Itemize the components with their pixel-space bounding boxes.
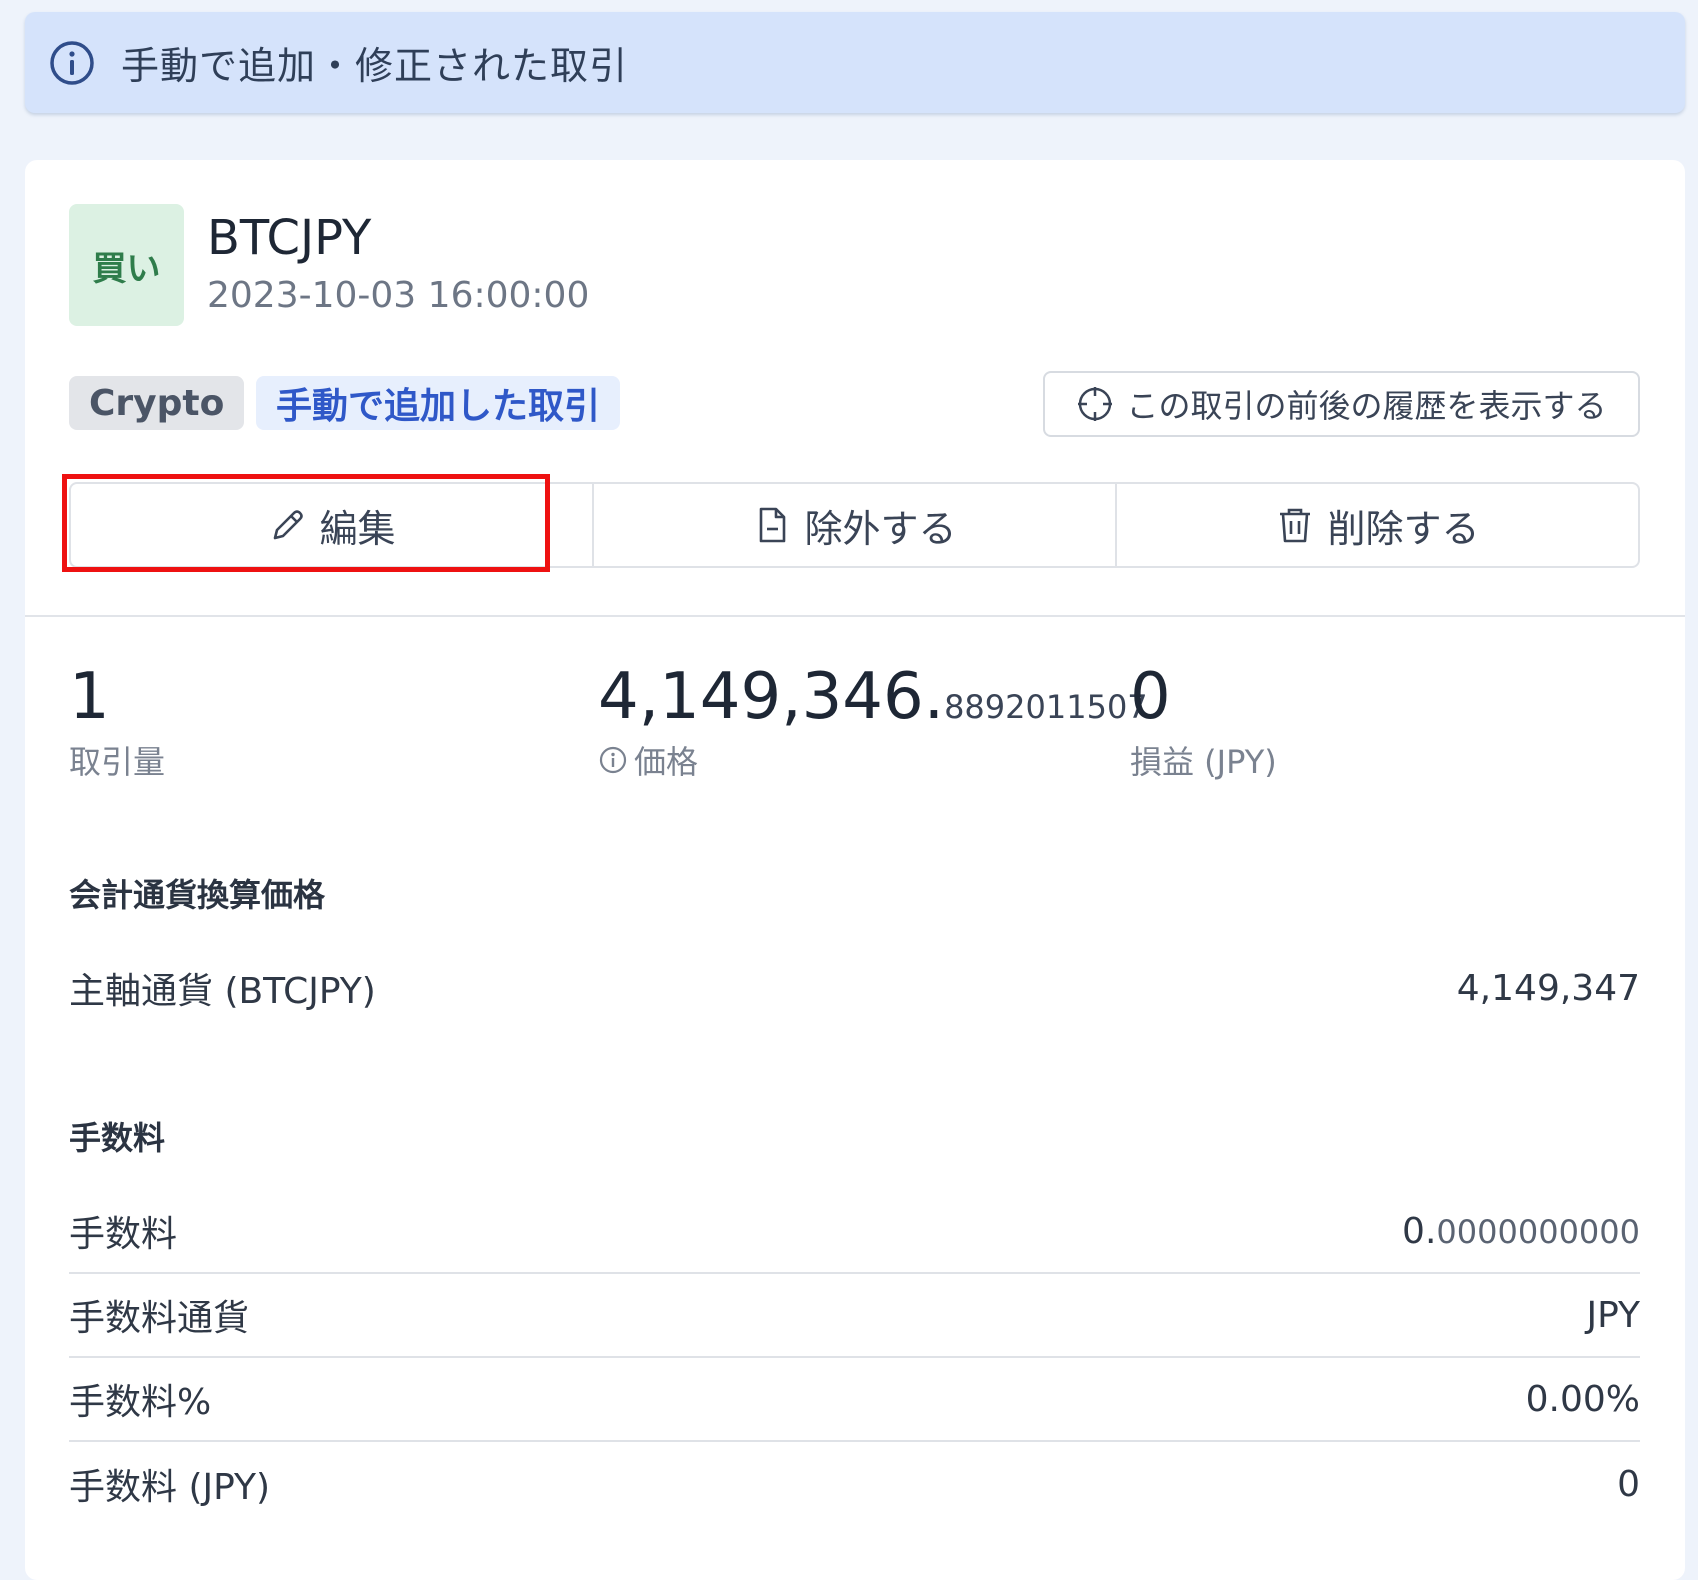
fee-frac: 0000000000 (1436, 1212, 1640, 1251)
exclude-button[interactable]: 除外する (592, 484, 1115, 566)
fee-jpy-value: 0 (1617, 1463, 1640, 1505)
conversion-row: 主軸通貨 (BTCJPY) 4,149,347 (69, 946, 1640, 1030)
conversion-row-value: 4,149,347 (1456, 967, 1640, 1009)
conversion-section-title: 会計通貨換算価格 (69, 876, 326, 914)
fee-currency-row: 手数料通貨 JPY (69, 1274, 1640, 1358)
fee-currency-label: 手数料通貨 (69, 1298, 250, 1339)
edit-button[interactable]: 編集 (71, 484, 592, 566)
trash-icon (1280, 508, 1311, 543)
fees-section-title: 手数料 (69, 1119, 166, 1157)
side-badge: 買い (69, 204, 184, 326)
trade-card: 買い BTCJPY 2023-10-03 16:00:00 Crypto 手動で… (25, 160, 1685, 1580)
pencil-icon (274, 510, 304, 540)
fee-percent-value: 0.00% (1525, 1378, 1640, 1420)
fee-percent-row: 手数料% 0.00% (69, 1358, 1640, 1442)
fee-int: 0. (1402, 1210, 1437, 1252)
show-history-button[interactable]: この取引の前後の履歴を表示する (1043, 371, 1640, 437)
info-icon (50, 40, 94, 85)
price-value: 4,149,346.8892011507 (598, 660, 1148, 734)
trade-symbol: BTCJPY (207, 210, 372, 266)
info-banner: 手動で追加・修正された取引 (25, 12, 1685, 113)
price-label: 価格 (634, 743, 699, 781)
quantity-label: 取引量 (69, 743, 166, 781)
pnl-value: 0 (1130, 660, 1171, 734)
show-history-label: この取引の前後の履歴を表示する (1126, 387, 1607, 425)
delete-button[interactable]: 削除する (1115, 484, 1638, 566)
fee-value: 0.0000000000 (1402, 1211, 1640, 1252)
price-frac: 8892011507 (944, 688, 1148, 726)
fee-row: 手数料 0.0000000000 (69, 1190, 1640, 1274)
price-label-wrap: 価格 (598, 737, 698, 783)
info-icon[interactable] (598, 745, 628, 775)
fee-label: 手数料 (69, 1214, 178, 1255)
trade-datetime: 2023-10-03 16:00:00 (207, 275, 590, 316)
price-int: 4,149,346. (598, 660, 945, 734)
fee-currency-value: JPY (1586, 1294, 1640, 1336)
fee-percent-label: 手数料% (69, 1382, 212, 1423)
delete-label: 削除する (1327, 506, 1480, 551)
document-icon (760, 507, 786, 543)
banner-text: 手動で追加・修正された取引 (121, 44, 629, 88)
exclude-label: 除外する (804, 506, 957, 551)
fee-jpy-row: 手数料 (JPY) 0 (69, 1442, 1640, 1526)
edit-label: 編集 (319, 506, 396, 551)
pnl-label: 損益 (JPY) (1130, 743, 1277, 781)
category-tag: Crypto (69, 376, 245, 430)
action-button-group: 編集 除外する 削除する (69, 482, 1640, 568)
crosshair-icon (1078, 387, 1113, 421)
conversion-row-label: 主軸通貨 (BTCJPY) (69, 971, 376, 1012)
quantity-value: 1 (69, 660, 110, 734)
manual-source-tag: 手動で追加した取引 (256, 376, 621, 430)
section-divider (25, 615, 1685, 617)
fee-jpy-label: 手数料 (JPY) (69, 1467, 271, 1508)
